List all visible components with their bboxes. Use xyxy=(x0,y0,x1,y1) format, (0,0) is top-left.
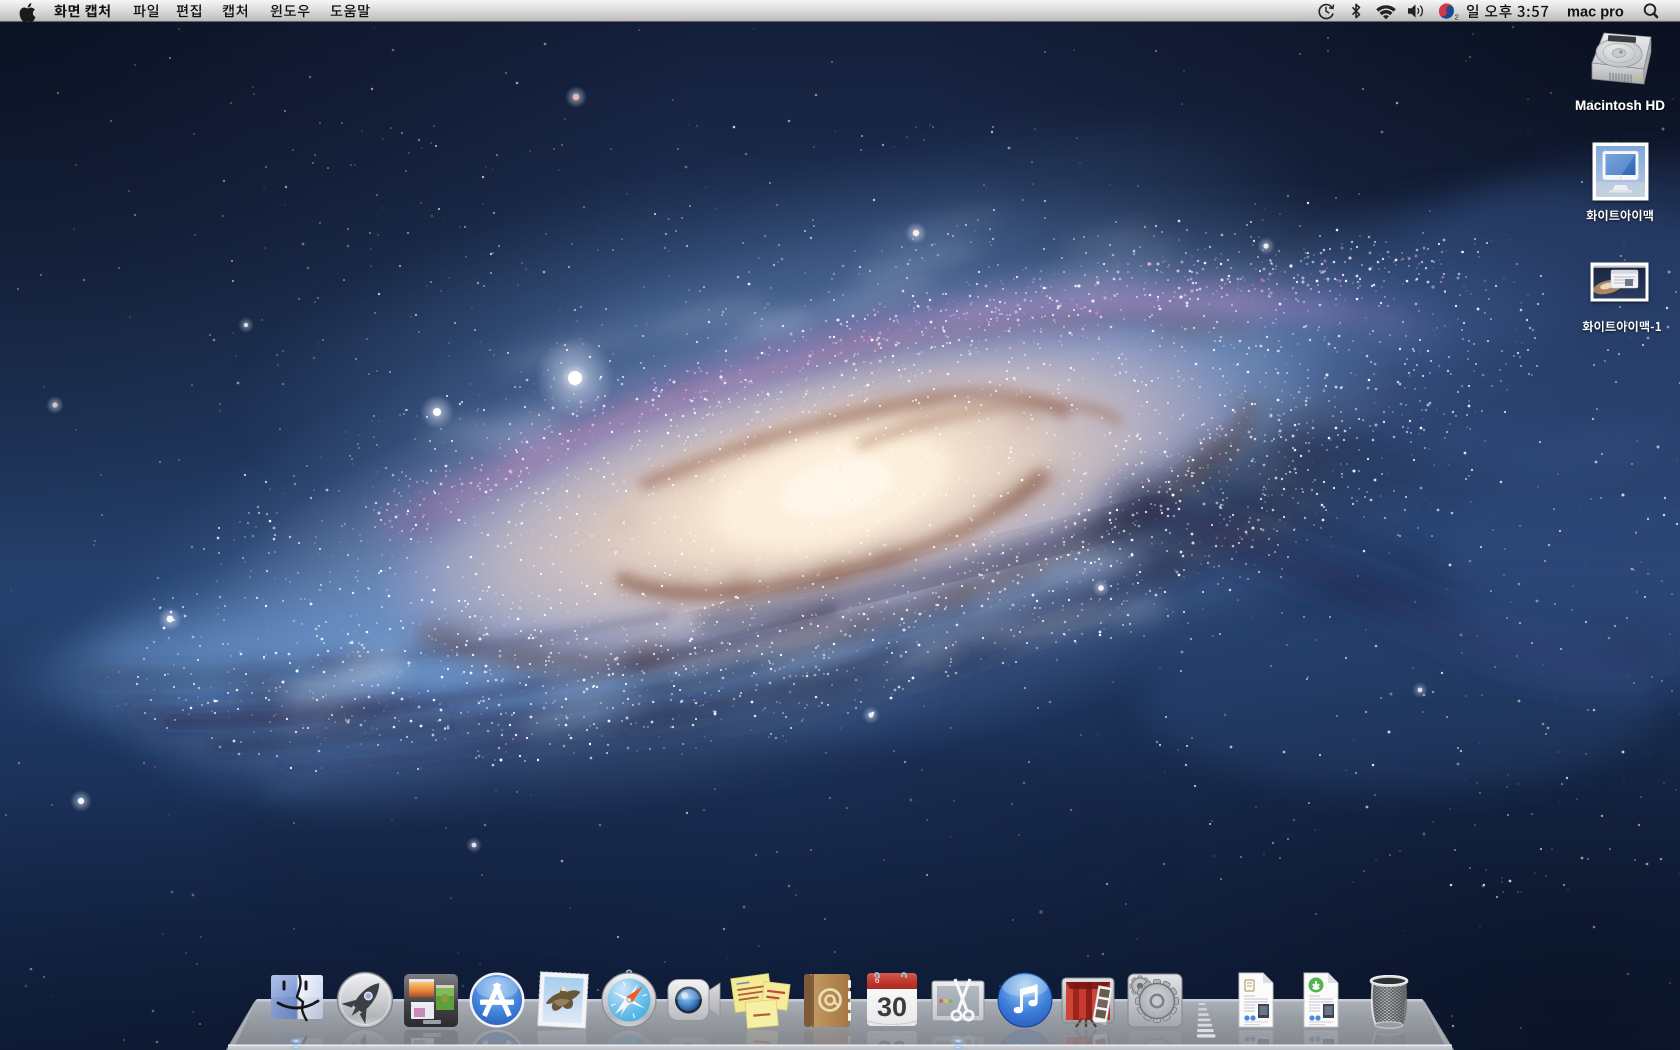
svg-text:30: 30 xyxy=(877,992,907,1022)
svg-text:mac pro: mac pro xyxy=(1567,5,1624,21)
svg-text:Macintosh HD: Macintosh HD xyxy=(1575,98,1665,113)
svg-text:2: 2 xyxy=(1455,13,1459,22)
